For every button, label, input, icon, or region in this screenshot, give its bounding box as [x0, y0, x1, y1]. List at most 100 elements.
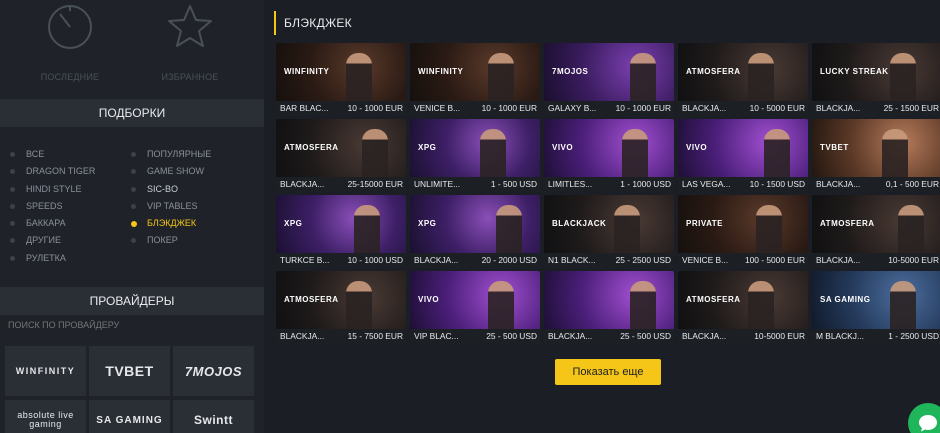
game-limits: 10 - 1000 EUR: [615, 103, 671, 113]
game-tile[interactable]: ATMOSFERA BLACKJA... 25-15000 EUR: [276, 119, 406, 192]
game-limits: 1 - 2500 USD: [888, 331, 939, 341]
game-brand-logo: ATMOSFERA: [686, 67, 741, 76]
filter-game-show[interactable]: GAME SHOW: [131, 163, 211, 180]
game-info-bar: BLACKJA... 25 - 500 USD: [544, 329, 674, 344]
game-tile[interactable]: VIVO LIMITLES... 1 - 1000 USD: [544, 119, 674, 192]
game-tile[interactable]: 7MOJOS GALAXY B... 10 - 1000 EUR: [544, 43, 674, 116]
provider-sa-gaming[interactable]: SA GAMING: [89, 400, 170, 433]
dealer-image: [756, 205, 782, 253]
game-tile[interactable]: BLACKJA... 25 - 500 USD: [544, 271, 674, 344]
filter-label: ПОПУЛЯРНЫЕ: [147, 149, 212, 159]
game-name: N1 BLACK...: [548, 255, 596, 265]
filter-hindi-style[interactable]: HINDI STYLE: [10, 181, 95, 198]
game-info-bar: BLACKJA... 0,1 - 500 EUR: [812, 177, 940, 192]
game-grid: WINFINITY BAR BLAC... 10 - 1000 EUR WINFINI…: [276, 43, 940, 344]
filter-other[interactable]: ДРУГИЕ: [10, 232, 95, 249]
provider-search-input[interactable]: [0, 315, 264, 335]
game-info-bar: VENICE B... 10 - 1000 EUR: [410, 101, 540, 116]
filter-dragon-tiger[interactable]: DRAGON TIGER: [10, 163, 95, 180]
providers-header: ПРОВАЙДЕРЫ: [0, 287, 264, 315]
game-name: BLACKJA...: [816, 103, 861, 113]
game-tile[interactable]: WINFINITY BAR BLAC... 10 - 1000 EUR: [276, 43, 406, 116]
game-tile[interactable]: ATMOSFERA BLACKJA... 10 - 5000 EUR: [678, 43, 808, 116]
game-info-bar: LIMITLES... 1 - 1000 USD: [544, 177, 674, 192]
game-brand-logo: ATMOSFERA: [686, 295, 741, 304]
game-name: BLACKJA...: [414, 255, 459, 265]
game-tile[interactable]: SA GAMING M BLACKJ... 1 - 2500 USD: [812, 271, 940, 344]
game-info-bar: UNLIMITE... 1 - 500 USD: [410, 177, 540, 192]
game-tile[interactable]: XPG BLACKJA... 20 - 2000 USD: [410, 195, 540, 268]
game-limits: 25 - 1500 EUR: [883, 103, 939, 113]
swintt-logo: Swintt: [194, 413, 233, 427]
filter-dot: [131, 238, 136, 244]
game-thumbnail: ATMOSFERA: [812, 195, 940, 253]
game-brand-logo: VIVO: [552, 143, 574, 152]
game-brand-logo: SA GAMING: [820, 295, 871, 304]
dealer-image: [882, 129, 908, 177]
game-limits: 25 - 500 USD: [486, 331, 537, 341]
filter-baccarat[interactable]: БАККАРА: [10, 215, 95, 232]
game-tile[interactable]: BLACKJACK N1 BLACK... 25 - 2500 USD: [544, 195, 674, 268]
dealer-image: [362, 129, 388, 177]
game-info-bar: BLACKJA... 10-5000 EUR: [812, 253, 940, 268]
game-brand-logo: XPG: [418, 143, 437, 152]
provider-tvbet[interactable]: TVBET: [89, 346, 170, 396]
filter-sic-bo[interactable]: SIC-BO: [131, 181, 211, 198]
filter-blackjack[interactable]: БЛЭКДЖЕК: [131, 215, 211, 232]
provider-7mojos[interactable]: 7MOJOS: [173, 346, 254, 396]
game-name: VENICE B...: [682, 255, 729, 265]
recent-link[interactable]: ПОСЛЕДНИЕ: [10, 0, 130, 82]
provider-winfinity[interactable]: WINFINITY: [5, 346, 86, 396]
game-info-bar: VENICE B... 100 - 5000 EUR: [678, 253, 808, 268]
filter-popular[interactable]: ПОПУЛЯРНЫЕ: [131, 146, 211, 163]
filter-label: SIC-BO: [147, 183, 179, 194]
game-limits: 1 - 1000 USD: [620, 179, 671, 189]
chat-button[interactable]: [908, 403, 940, 433]
dealer-image: [488, 281, 514, 329]
filter-speeds[interactable]: SPEEDS: [10, 198, 95, 215]
dealer-image: [890, 53, 916, 101]
winfinity-logo: WINFINITY: [15, 366, 76, 376]
game-brand-logo: PRIVATE: [686, 219, 723, 228]
game-name: VIP BLAC...: [414, 331, 459, 341]
show-more-button[interactable]: Показать еще: [555, 359, 661, 385]
game-tile[interactable]: ATMOSFERA BLACKJA... 10-5000 EUR: [678, 271, 808, 344]
favorites-link[interactable]: ИЗБРАННОЕ: [130, 0, 250, 82]
game-brand-logo: XPG: [284, 219, 303, 228]
dealer-image: [630, 281, 656, 329]
filter-dot: [131, 220, 137, 227]
filter-label: БЛЭКДЖЕК: [147, 218, 197, 229]
game-thumbnail: LUCKY STREAK: [812, 43, 940, 101]
game-tile[interactable]: XPG UNLIMITE... 1 - 500 USD: [410, 119, 540, 192]
game-thumbnail: XPG: [276, 195, 406, 253]
collections-header: ПОДБОРКИ: [0, 99, 264, 127]
filter-vip-tables[interactable]: VIP TABLES: [131, 198, 211, 215]
filter-label: GAME SHOW: [147, 166, 205, 177]
game-limits: 15 - 7500 EUR: [347, 331, 403, 341]
game-tile[interactable]: ATMOSFERA BLACKJA... 10-5000 EUR: [812, 195, 940, 268]
provider-absolute-live-gaming[interactable]: absolute live gaming: [5, 400, 86, 433]
game-thumbnail: ATMOSFERA: [678, 43, 808, 101]
game-tile[interactable]: PRIVATE VENICE B... 100 - 5000 EUR: [678, 195, 808, 268]
filter-poker[interactable]: ПОКЕР: [131, 232, 211, 249]
game-tile[interactable]: WINFINITY VENICE B... 10 - 1000 EUR: [410, 43, 540, 116]
game-thumbnail: ATMOSFERA: [678, 271, 808, 329]
game-limits: 10 - 1000 USD: [347, 255, 403, 265]
chat-icon: [919, 415, 937, 432]
filter-all[interactable]: ВСЕ: [10, 146, 95, 163]
game-tile[interactable]: TVBET BLACKJA... 0,1 - 500 EUR: [812, 119, 940, 192]
game-limits: 25 - 2500 USD: [615, 255, 671, 265]
game-name: BLACKJA...: [280, 331, 325, 341]
game-brand-logo: XPG: [418, 219, 437, 228]
game-tile[interactable]: XPG TURKCE B... 10 - 1000 USD: [276, 195, 406, 268]
filter-label: БАККАРА: [26, 218, 66, 229]
game-limits: 25-15000 EUR: [347, 179, 403, 189]
game-tile[interactable]: VIVO LAS VEGA... 10 - 1500 USD: [678, 119, 808, 192]
filter-list-left: ВСЕ DRAGON TIGER HINDI STYLE SPEEDS БАКК…: [10, 146, 95, 267]
game-tile[interactable]: ATMOSFERA BLACKJA... 15 - 7500 EUR: [276, 271, 406, 344]
game-tile[interactable]: LUCKY STREAK BLACKJA... 25 - 1500 EUR: [812, 43, 940, 116]
game-tile[interactable]: VIVO VIP BLAC... 25 - 500 USD: [410, 271, 540, 344]
game-info-bar: M BLACKJ... 1 - 2500 USD: [812, 329, 940, 344]
provider-swintt[interactable]: Swintt: [173, 400, 254, 433]
filter-roulette[interactable]: РУЛЕТКА: [10, 250, 95, 267]
